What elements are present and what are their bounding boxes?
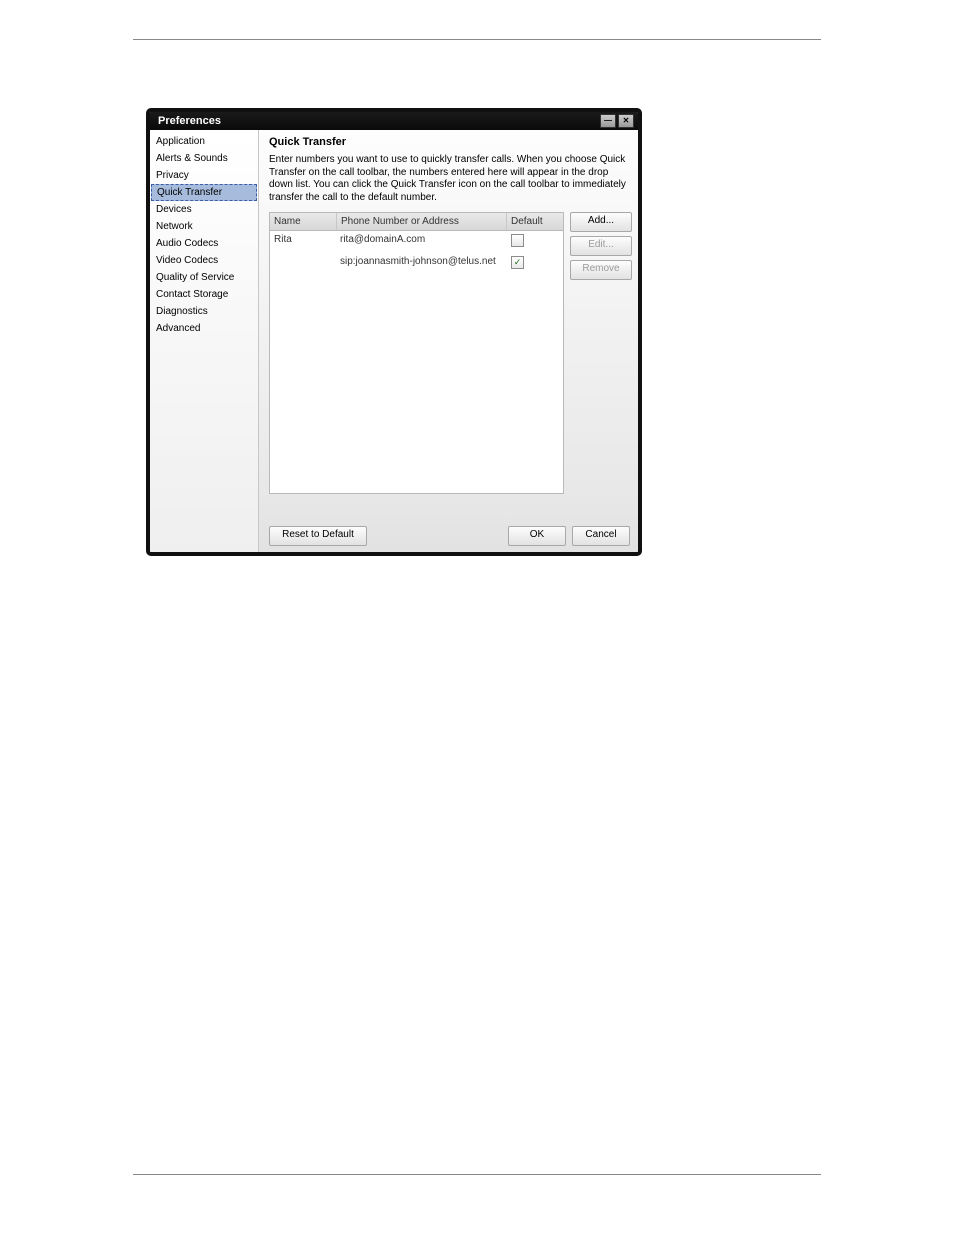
minimize-icon: — (604, 117, 612, 125)
sidebar-item-network[interactable]: Network (150, 218, 258, 235)
dialog-body: Application Alerts & Sounds Privacy Quic… (150, 130, 638, 552)
sidebar-item-privacy[interactable]: Privacy (150, 167, 258, 184)
table-row[interactable]: Rita rita@domainA.com (270, 231, 563, 253)
footer-rule (133, 1174, 821, 1175)
cell-name: Rita (270, 231, 336, 253)
side-buttons: Add... Edit... Remove (570, 212, 630, 494)
close-icon: ✕ (623, 117, 630, 125)
titlebar-controls: — ✕ (600, 114, 634, 128)
add-button[interactable]: Add... (570, 212, 632, 232)
category-sidebar: Application Alerts & Sounds Privacy Quic… (150, 130, 259, 552)
cell-name (270, 253, 336, 272)
cell-address: sip:joannasmith-johnson@telus.net (336, 253, 507, 272)
sidebar-item-advanced[interactable]: Advanced (150, 320, 258, 337)
remove-button[interactable]: Remove (570, 260, 632, 280)
right-buttons: OK Cancel (508, 526, 630, 546)
dialog-titlebar[interactable]: Preferences — ✕ (150, 112, 638, 130)
sidebar-item-video-codecs[interactable]: Video Codecs (150, 252, 258, 269)
default-checkbox[interactable] (511, 234, 524, 247)
table-area: Name Phone Number or Address Default Rit… (269, 212, 630, 494)
sidebar-item-contact-storage[interactable]: Contact Storage (150, 286, 258, 303)
minimize-button[interactable]: — (600, 114, 616, 128)
cancel-button[interactable]: Cancel (572, 526, 630, 546)
edit-button[interactable]: Edit... (570, 236, 632, 256)
content-pane: Quick Transfer Enter numbers you want to… (259, 130, 638, 552)
cell-default: ✓ (507, 253, 563, 272)
sidebar-item-devices[interactable]: Devices (150, 201, 258, 218)
table-row[interactable]: sip:joannasmith-johnson@telus.net ✓ (270, 253, 563, 272)
preferences-dialog: Preferences — ✕ Application Alerts & Sou… (146, 108, 642, 556)
bottom-bar: Reset to Default OK Cancel (269, 520, 630, 546)
close-button[interactable]: ✕ (618, 114, 634, 128)
col-header-default[interactable]: Default (507, 213, 563, 230)
sidebar-item-diagnostics[interactable]: Diagnostics (150, 303, 258, 320)
default-checkbox[interactable]: ✓ (511, 256, 524, 269)
sidebar-item-application[interactable]: Application (150, 133, 258, 150)
sidebar-item-alerts-sounds[interactable]: Alerts & Sounds (150, 150, 258, 167)
cell-address: rita@domainA.com (336, 231, 507, 253)
table-header: Name Phone Number or Address Default (270, 213, 563, 231)
col-header-address[interactable]: Phone Number or Address (337, 213, 507, 230)
section-description: Enter numbers you want to use to quickly… (269, 154, 630, 204)
dialog-title: Preferences (158, 115, 221, 127)
sidebar-item-audio-codecs[interactable]: Audio Codecs (150, 235, 258, 252)
cell-default (507, 231, 563, 253)
ok-button[interactable]: OK (508, 526, 566, 546)
sidebar-item-quality-of-service[interactable]: Quality of Service (150, 269, 258, 286)
section-title: Quick Transfer (269, 136, 630, 148)
header-rule (133, 39, 821, 40)
reset-to-default-button[interactable]: Reset to Default (269, 526, 367, 546)
document-page: Preferences — ✕ Application Alerts & Sou… (0, 0, 954, 1235)
col-header-name[interactable]: Name (270, 213, 337, 230)
quick-transfer-table[interactable]: Name Phone Number or Address Default Rit… (269, 212, 564, 494)
sidebar-item-quick-transfer[interactable]: Quick Transfer (151, 184, 257, 201)
